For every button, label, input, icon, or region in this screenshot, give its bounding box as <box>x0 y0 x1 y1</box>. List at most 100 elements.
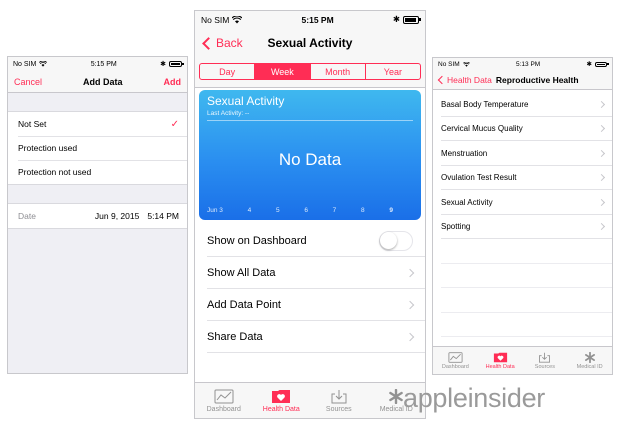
x-axis-labels: Jun 3 4 5 6 7 8 9 <box>207 207 393 214</box>
show-on-dashboard-toggle[interactable] <box>379 231 413 251</box>
disclosure-chevron-icon <box>405 332 415 342</box>
disclosure-chevron-icon <box>597 174 606 182</box>
x-label: 5 <box>275 207 280 214</box>
bluetooth-icon: ✱ <box>586 61 592 68</box>
time-label: 5:15 PM <box>90 60 117 68</box>
time-range-segmented-control: Day Week Month Year <box>199 63 421 80</box>
time-label: 5:13 PM <box>516 60 541 68</box>
battery-icon <box>595 61 609 67</box>
tab-bar: Dashboard Health Data Sources Medical ID <box>433 346 612 374</box>
segment-week[interactable]: Week <box>254 64 310 79</box>
list-item[interactable]: Cervical Mucus Quality <box>433 117 612 142</box>
disclosure-chevron-icon <box>597 198 606 206</box>
option-label: Not Set <box>18 119 47 129</box>
add-data-point-row[interactable]: Add Data Point <box>195 289 425 321</box>
wifi-icon <box>39 61 48 67</box>
row-label: Add Data Point <box>207 299 281 311</box>
tab-dashboard[interactable]: Dashboard <box>433 347 478 374</box>
wifi-icon <box>462 61 470 67</box>
list-item[interactable]: Spotting <box>433 215 612 240</box>
disclosure-chevron-icon <box>597 149 606 157</box>
tab-sources[interactable]: Sources <box>523 347 568 374</box>
add-button[interactable]: Add <box>164 77 182 87</box>
empty-row <box>433 264 612 289</box>
disclosure-chevron-icon <box>597 223 606 231</box>
nav-title: Reproductive Health <box>495 74 579 85</box>
option-protection-not-used[interactable]: Protection not used <box>8 160 187 184</box>
tab-health-data[interactable]: Health Data <box>478 347 523 374</box>
empty-row <box>433 313 612 338</box>
date-row[interactable]: Date Jun 9, 2015 5:14 PM <box>8 204 187 228</box>
option-label: Protection not used <box>18 167 92 177</box>
tab-label: Sources <box>325 405 352 413</box>
option-protection-used[interactable]: Protection used <box>8 136 187 160</box>
tab-label: Health Data <box>262 405 300 413</box>
row-label: Show All Data <box>207 267 276 279</box>
back-label: Back <box>216 36 243 50</box>
segment-year[interactable]: Year <box>364 64 420 79</box>
health-data-icon <box>272 389 291 403</box>
card-title: Sexual Activity <box>207 94 285 108</box>
cancel-button[interactable]: Cancel <box>14 77 42 87</box>
tab-label: Sources <box>534 363 555 370</box>
health-data-icon <box>493 352 507 362</box>
no-data-label: No Data <box>278 150 342 169</box>
carrier-label: No SIM <box>201 14 230 25</box>
x-label: Jun 3 <box>207 207 223 214</box>
tab-label: Dashboard <box>206 405 241 413</box>
tab-bar: Dashboard Health Data Sources Medical ID <box>195 382 425 418</box>
disclosure-chevron-icon <box>405 268 415 278</box>
date-group: Date Jun 9, 2015 5:14 PM <box>8 203 187 229</box>
segment-day[interactable]: Day <box>200 64 254 79</box>
medical-id-icon <box>389 388 404 404</box>
empty-row <box>433 239 612 264</box>
tab-dashboard[interactable]: Dashboard <box>195 383 253 418</box>
nav-bar: Health Data Reproductive Health <box>433 70 612 90</box>
time-value: 5:14 PM <box>147 211 179 221</box>
medical-id-icon <box>584 351 595 363</box>
list-item[interactable]: Menstruation <box>433 141 612 166</box>
dashboard-icon <box>448 351 463 363</box>
list-item[interactable]: Basal Body Temperature <box>433 92 612 117</box>
share-data-row[interactable]: Share Data <box>195 321 425 353</box>
tab-label: Dashboard <box>441 363 469 370</box>
category-list: Basal Body Temperature Cervical Mucus Qu… <box>433 92 612 337</box>
show-all-data-row[interactable]: Show All Data <box>195 257 425 289</box>
option-list: Not Set ✓ Protection used Protection not… <box>8 111 187 185</box>
reproductive-health-screen: No SIM 5:13 PM ✱ Health Data Reproductiv… <box>432 57 613 375</box>
date-value: Jun 9, 2015 <box>94 211 140 221</box>
tab-medical-id[interactable]: Medical ID <box>567 347 612 374</box>
appleinsider-watermark: appleinsider <box>403 383 545 413</box>
item-label: Sexual Activity <box>441 197 493 207</box>
dashboard-icon <box>214 389 234 403</box>
card-divider <box>207 120 413 121</box>
segment-month[interactable]: Month <box>309 64 365 79</box>
battery-icon <box>403 15 421 24</box>
tab-sources[interactable]: Sources <box>310 383 368 418</box>
carrier-label: No SIM <box>438 60 460 68</box>
tab-label: Health Data <box>485 363 515 370</box>
back-button[interactable]: Back <box>201 28 243 58</box>
status-bar: No SIM 5:15 PM ✱ <box>195 11 425 28</box>
disclosure-chevron-icon <box>405 300 415 310</box>
sources-icon <box>331 389 347 403</box>
sources-icon <box>539 352 551 363</box>
bluetooth-icon: ✱ <box>392 14 400 24</box>
back-button[interactable]: Health Data <box>437 75 492 85</box>
option-not-set[interactable]: Not Set ✓ <box>8 112 187 136</box>
back-chevron-icon <box>437 75 447 84</box>
tab-health-data[interactable]: Health Data <box>253 383 311 418</box>
item-label: Menstruation <box>441 148 488 158</box>
list-item[interactable]: Ovulation Test Result <box>433 166 612 191</box>
item-label: Ovulation Test Result <box>441 173 517 183</box>
item-label: Spotting <box>441 222 471 232</box>
nav-bar: Back Sexual Activity <box>195 28 425 58</box>
row-label: Show on Dashboard <box>207 235 307 247</box>
back-label: Health Data <box>447 74 492 85</box>
x-label: 4 <box>247 207 252 214</box>
checkmark-icon: ✓ <box>170 118 179 130</box>
nav-bar: Cancel Add Data Add <box>8 71 187 93</box>
status-bar: No SIM 5:13 PM ✱ <box>433 58 612 70</box>
date-label: Date <box>18 211 36 221</box>
list-item[interactable]: Sexual Activity <box>433 190 612 215</box>
